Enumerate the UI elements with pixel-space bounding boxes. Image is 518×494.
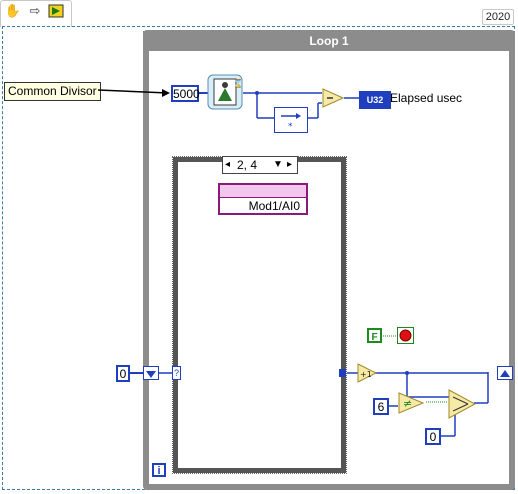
select-node[interactable] — [448, 389, 477, 419]
bool-false-constant[interactable]: F — [367, 328, 382, 343]
svg-text:+1: +1 — [360, 370, 372, 379]
increment-node[interactable]: +1 — [357, 363, 378, 383]
elapsed-label[interactable]: Elapsed usec — [390, 91, 462, 105]
case-selector-value: 2, 4 — [237, 158, 258, 172]
shift-register-right[interactable] — [497, 366, 513, 380]
svg-text:⌛: ⌛ — [233, 78, 243, 88]
stop-icon[interactable] — [397, 327, 414, 344]
u32-indicator[interactable]: U32 — [359, 91, 391, 109]
init-wire — [130, 372, 144, 374]
select-false-constant[interactable]: 0 — [425, 428, 441, 445]
case-output-tunnel[interactable] — [339, 369, 346, 377]
shift-init-constant[interactable]: 0 — [116, 365, 130, 382]
subtract-node[interactable] — [322, 88, 345, 108]
case-input-tunnel[interactable]: ? — [172, 366, 181, 380]
timer-constant[interactable]: 5000 — [171, 85, 200, 102]
selector-left-icon[interactable]: ◂ — [225, 157, 230, 173]
svg-text:*: * — [288, 122, 293, 132]
selector-right-icon[interactable]: ▸ — [287, 157, 292, 173]
case-selector[interactable]: ◂ 2, 4 ▼ ▸ — [222, 156, 298, 174]
compare-constant[interactable]: 6 — [373, 398, 389, 415]
io-channel-value: Mod1/AI0 — [248, 199, 300, 213]
not-equal-node[interactable]: ≠ — [398, 392, 425, 414]
svg-text:≠: ≠ — [403, 397, 412, 410]
iteration-terminal[interactable]: i — [152, 463, 166, 477]
selector-dropdown-icon[interactable]: ▼ — [273, 157, 283, 173]
io-channel-header — [220, 185, 306, 198]
io-channel-constant[interactable]: Mod1/AI0 — [218, 183, 308, 215]
shift-register-left[interactable] — [143, 366, 159, 380]
feedback-node[interactable]: * — [274, 107, 308, 133]
timer-icon[interactable]: ⌛ — [207, 74, 243, 110]
